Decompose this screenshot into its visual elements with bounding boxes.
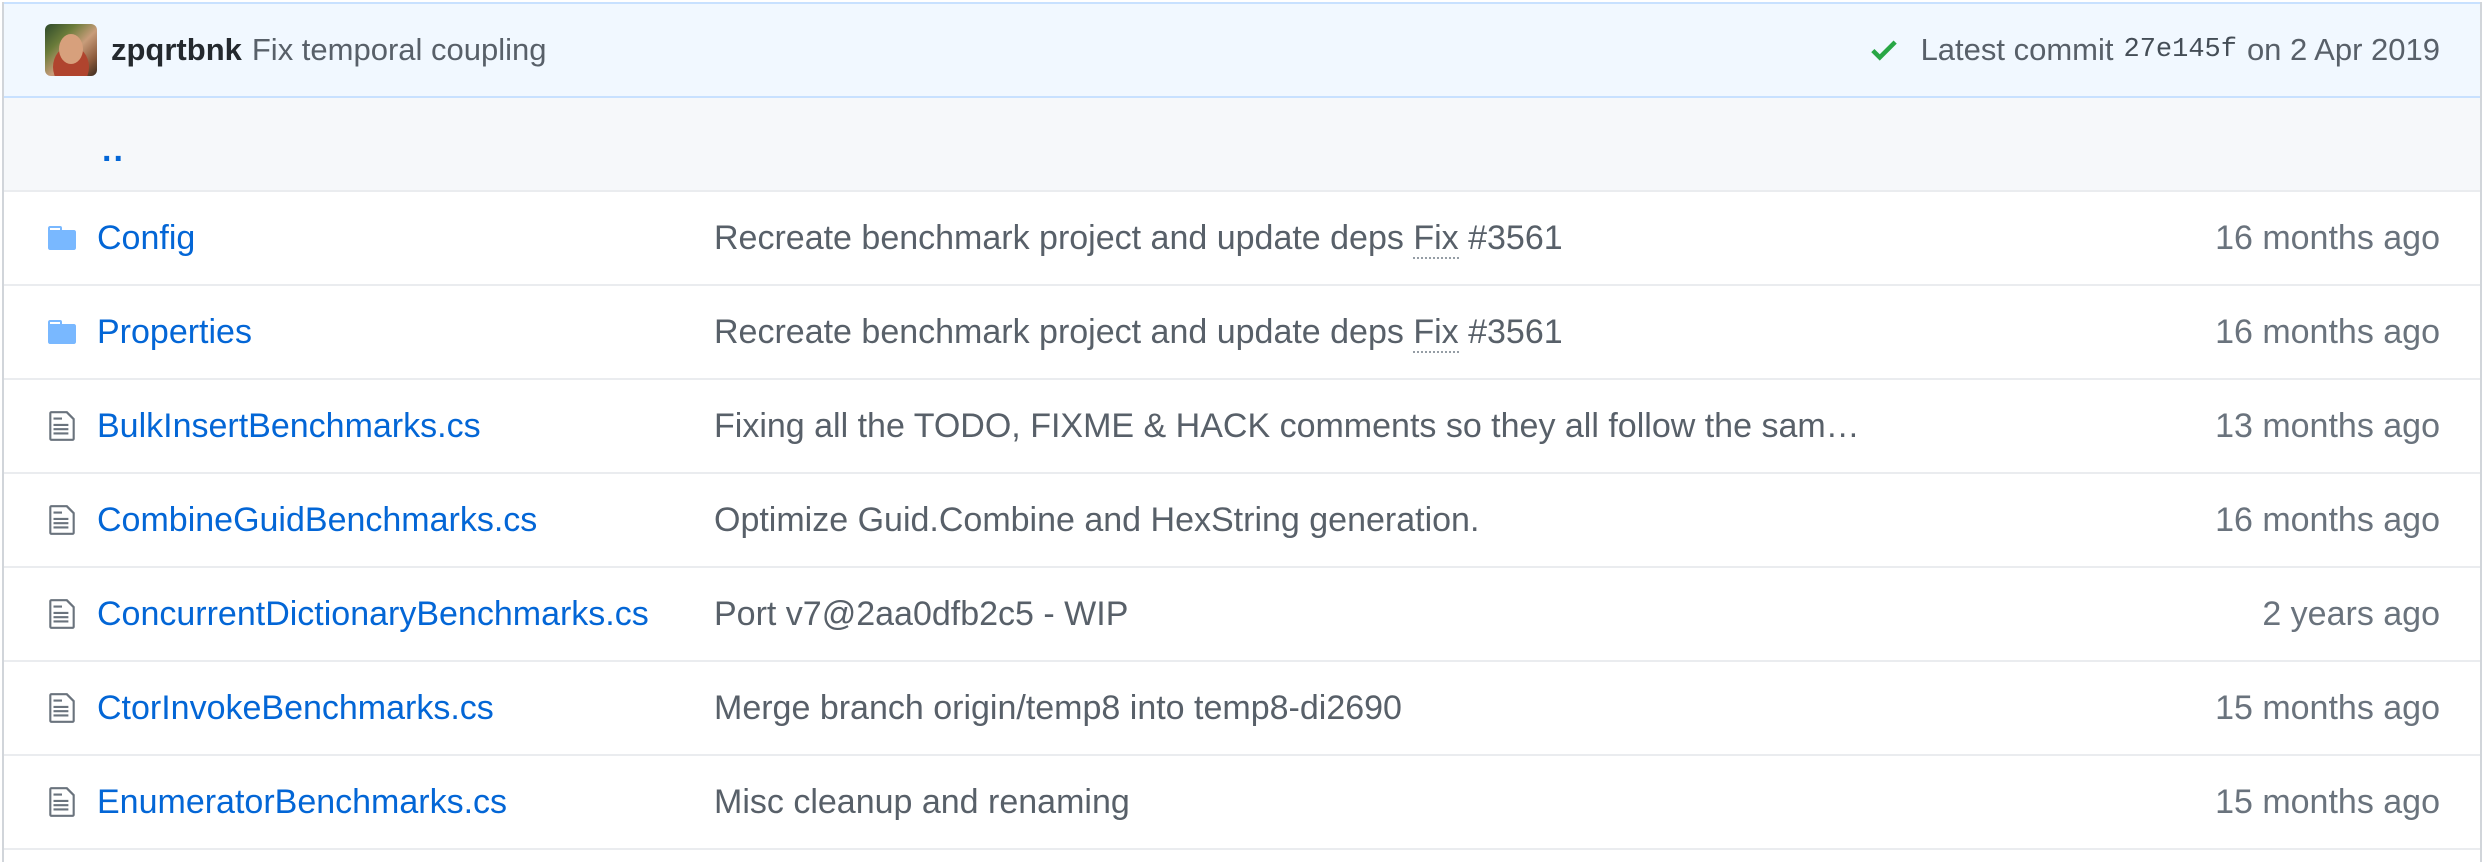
latest-commit-label: Latest commit	[1920, 32, 2114, 67]
issue-reference[interactable]: Fix	[1413, 312, 1459, 353]
file-name-link[interactable]: ConcurrentDictionaryBenchmarks.cs	[97, 595, 649, 634]
commit-age: 16 months ago	[2215, 312, 2440, 351]
file-row: ConcurrentDictionaryBenchmarks.cs Port v7…	[4, 568, 2480, 662]
file-icon	[42, 502, 82, 538]
commit-message-link[interactable]: Fixing all the TODO, FIXME & HACK commen…	[714, 407, 1860, 446]
commit-message-text[interactable]: Port v7@2aa0dfb2c5 - WIP	[714, 595, 1128, 633]
folder-name-link[interactable]: Properties	[97, 313, 252, 352]
commit-message-text[interactable]: Fixing all the TODO, FIXME & HACK commen…	[714, 407, 1860, 445]
file-row: EnumeratorBenchmarks.cs Misc cleanup and …	[4, 756, 2480, 850]
file-name-link[interactable]: CtorInvokeBenchmarks.cs	[97, 689, 494, 728]
file-row: CombineGuidBenchmarks.cs Optimize Guid.Co…	[4, 474, 2480, 568]
issue-reference[interactable]: Fix	[1413, 218, 1459, 259]
commit-message-text[interactable]: Misc cleanup and renaming	[714, 783, 1130, 821]
commit-age: 15 months ago	[2215, 782, 2440, 821]
commit-message-link[interactable]: Merge branch origin/temp8 into temp8-di2…	[714, 689, 1402, 728]
file-icon	[42, 408, 82, 444]
commit-age: 2 years ago	[2262, 594, 2440, 633]
commit-message-link[interactable]: Recreate benchmark project and update de…	[714, 312, 1563, 353]
file-row: Config Recreate benchmark project and upd…	[4, 192, 2480, 286]
commit-author-link[interactable]: zpqrtbnk	[111, 32, 242, 68]
commit-message-link[interactable]: Recreate benchmark project and update de…	[714, 218, 1563, 259]
file-name-link[interactable]: BulkInsertBenchmarks.cs	[97, 407, 481, 446]
file-icon	[42, 596, 82, 632]
author-avatar[interactable]	[45, 24, 97, 76]
file-icon	[42, 784, 82, 820]
commit-sha-link[interactable]: 27e145f	[2124, 35, 2237, 65]
commit-message-link[interactable]: Misc cleanup and renaming	[714, 783, 1130, 822]
commit-age: 15 months ago	[2215, 688, 2440, 727]
commit-message-link[interactable]: Port v7@2aa0dfb2c5 - WIP	[714, 595, 1128, 634]
latest-commit-bar: zpqrtbnk Fix temporal coupling Latest co…	[4, 2, 2480, 98]
commit-age: 16 months ago	[2215, 218, 2440, 257]
parent-directory-row: ..	[4, 98, 2480, 192]
commit-meta: Latest commit 27e145f on 2 Apr 2019	[1867, 32, 2440, 68]
file-rows: Config Recreate benchmark project and upd…	[4, 192, 2480, 850]
commit-message-text[interactable]: Recreate benchmark project and update de…	[714, 219, 1413, 257]
parent-directory-link[interactable]: ..	[102, 131, 125, 170]
folder-name-link[interactable]: Config	[97, 219, 195, 258]
file-row: BulkInsertBenchmarks.cs Fixing all the TO…	[4, 380, 2480, 474]
issue-number-link[interactable]: #3561	[1459, 219, 1563, 257]
commit-message-text[interactable]: Optimize Guid.Combine and HexString gene…	[714, 501, 1479, 539]
commit-message-text[interactable]: Recreate benchmark project and update de…	[714, 313, 1413, 351]
file-name-link[interactable]: CombineGuidBenchmarks.cs	[97, 501, 537, 540]
commit-age: 16 months ago	[2215, 500, 2440, 539]
file-row: CtorInvokeBenchmarks.cs Merge branch orig…	[4, 662, 2480, 756]
commit-message-link[interactable]: Fix temporal coupling	[252, 32, 547, 68]
file-icon	[42, 690, 82, 726]
file-name-link[interactable]: EnumeratorBenchmarks.cs	[97, 783, 507, 822]
folder-icon	[42, 314, 82, 350]
file-browser: zpqrtbnk Fix temporal coupling Latest co…	[0, 0, 2484, 862]
commit-age: 13 months ago	[2215, 406, 2440, 445]
commit-message-text[interactable]: Merge branch origin/temp8 into temp8-di2…	[714, 689, 1402, 727]
issue-number-link[interactable]: #3561	[1459, 313, 1563, 351]
check-icon[interactable]	[1867, 33, 1901, 67]
commit-message-link[interactable]: Optimize Guid.Combine and HexString gene…	[714, 501, 1479, 540]
folder-icon	[42, 220, 82, 256]
commit-date: on 2 Apr 2019	[2246, 32, 2440, 67]
file-row: Properties Recreate benchmark project and…	[4, 286, 2480, 380]
file-list-container: zpqrtbnk Fix temporal coupling Latest co…	[2, 2, 2482, 862]
